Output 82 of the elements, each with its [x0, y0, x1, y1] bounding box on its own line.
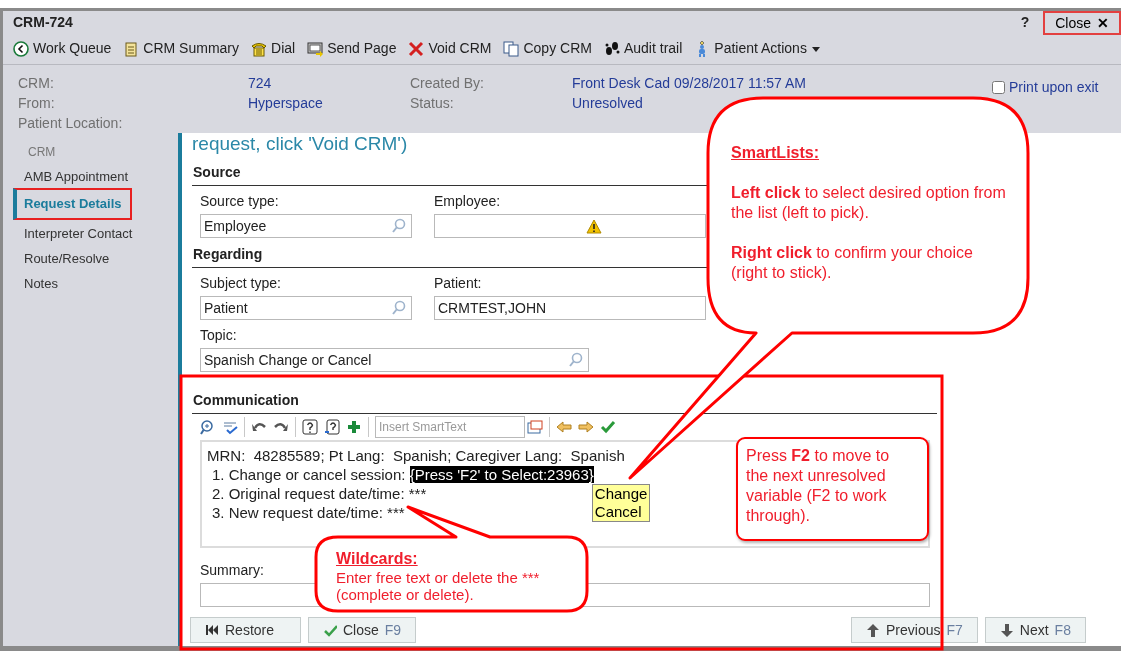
input-field[interactable]: Employee: [200, 214, 412, 238]
field-label: Employee:: [434, 192, 501, 211]
check-icon[interactable]: [600, 419, 616, 435]
window-title: CRM-724: [13, 12, 73, 32]
action-button[interactable]: Next F8: [984, 617, 1086, 643]
field-value: CRMTEST,JOHN: [438, 298, 548, 318]
input-field[interactable]: CRMTEST,JOHN: [434, 296, 706, 320]
documents-icon: [503, 40, 520, 57]
input-field[interactable]: Patient: [200, 296, 412, 320]
list-option[interactable]: Change: [594, 485, 648, 503]
action-button[interactable]: Close F9: [308, 617, 416, 643]
skip-back-icon: [205, 622, 219, 638]
sidebar-heading: CRM: [27, 144, 57, 161]
callout-text: Press F2 to move to the next unresolved variable (F2 to work through).: [746, 446, 891, 526]
field-value: Front Desk Cad 09/28/2017 11:57 AM: [572, 74, 807, 93]
field-label: Created By:: [410, 74, 485, 93]
action-button[interactable]: Restore: [190, 617, 301, 643]
help-button[interactable]: ?: [1020, 11, 1030, 33]
help-icon[interactable]: [302, 419, 318, 435]
field-label: Summary:: [200, 561, 264, 580]
search-icon[interactable]: [568, 352, 584, 368]
field-value: 724: [248, 74, 273, 93]
field-label: Topic:: [200, 326, 237, 345]
sidebar-item[interactable]: Notes: [13, 270, 68, 295]
field-label: Status:: [410, 94, 455, 113]
monitor-icon: [307, 40, 324, 57]
field-label: From:: [18, 94, 56, 113]
toolbar-button[interactable]: Send Page: [307, 38, 397, 59]
editor-text: MRN: 48285589; Pt Lang: Spanish; Caregiver Lang: Spanish: [207, 447, 625, 464]
up-arrow-icon: [866, 622, 880, 638]
toolbar-button[interactable]: CRM Summary: [123, 38, 239, 59]
telephone-icon: [251, 40, 267, 57]
editor-text: 2. Original request date/time: ***: [212, 485, 427, 502]
callout-text: Right click to confirm your choice (right to stick).: [731, 243, 974, 283]
footprints-icon: [603, 40, 620, 57]
sidebar-item[interactable]: Interpreter Contact: [13, 220, 143, 245]
toolbar-button[interactable]: Patient Actions: [694, 38, 821, 59]
toolbar-button[interactable]: Dial: [251, 38, 296, 59]
input-field[interactable]: Spanish Change or Cancel: [200, 348, 589, 372]
callout-text: Enter free text or delete the *** (complete or delete).: [336, 569, 541, 603]
sidebar-item[interactable]: Route/Resolve: [13, 245, 120, 270]
print-checkbox[interactable]: [992, 80, 1005, 94]
field-label: Patient Location:: [18, 114, 124, 133]
field-value: Unresolved: [572, 94, 644, 113]
print-link[interactable]: Print upon exit: [1009, 77, 1099, 97]
callout-title: Wildcards:: [336, 549, 419, 569]
field-value: Employee: [204, 216, 268, 236]
spellcheck-icon[interactable]: [222, 419, 238, 435]
field-label: Source type:: [200, 192, 279, 211]
plus-icon[interactable]: [346, 419, 362, 435]
toolbar-button[interactable]: Copy CRM: [503, 38, 592, 59]
zoom-in-icon[interactable]: [200, 419, 216, 435]
smarttext-field[interactable]: Insert SmartText: [375, 416, 525, 438]
toolbar-button[interactable]: Audit trail: [603, 38, 683, 59]
field-value: Spanish Change or Cancel: [204, 350, 373, 370]
cross-icon: [408, 40, 425, 57]
window-icon[interactable]: [527, 420, 543, 434]
field-label: Patient:: [434, 274, 482, 293]
smartlist-placeholder[interactable]: {Press 'F2' to Select:23963}: [409, 466, 594, 483]
context-help-icon[interactable]: [324, 419, 340, 435]
close-button[interactable]: Close ✕: [1043, 11, 1121, 35]
toolbar-button[interactable]: Void CRM: [408, 38, 492, 59]
field-value: Patient: [204, 298, 249, 318]
toolbar-button[interactable]: Work Queue: [13, 38, 112, 59]
input-field[interactable]: [434, 214, 706, 238]
right-arrow-icon[interactable]: [578, 419, 594, 435]
sidebar-item[interactable]: AMB Appointment: [13, 163, 139, 188]
instruction-text: request, click 'Void CRM'): [192, 133, 408, 155]
search-icon[interactable]: [391, 300, 407, 316]
editor-text: 1. Change or cancel session:: [212, 466, 407, 483]
left-arrow-icon[interactable]: [556, 419, 572, 435]
list-option[interactable]: Cancel: [594, 503, 648, 521]
action-button[interactable]: Previous F7: [851, 617, 978, 643]
notepad-icon: [123, 40, 140, 57]
field-label: CRM:: [18, 74, 55, 93]
field-value: Hyperspace: [248, 94, 324, 113]
field-label: Subject type:: [200, 274, 281, 293]
search-icon[interactable]: [391, 218, 407, 234]
editor-text: 3. New request date/time: ***: [212, 504, 405, 521]
callout-text: Left click to select desired option from the list (left to pick).: [731, 183, 1007, 223]
down-arrow-icon: [999, 622, 1014, 638]
warning-icon: [586, 218, 602, 234]
